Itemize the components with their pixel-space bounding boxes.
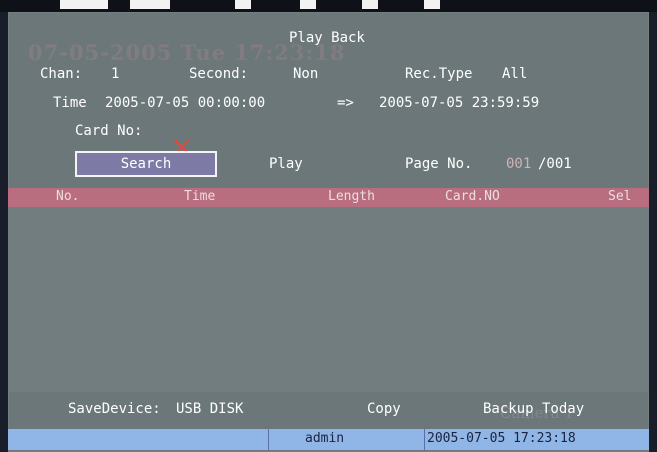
backup-today-button[interactable]: Backup Today: [483, 401, 584, 417]
page-no-label: Page No.: [405, 156, 473, 172]
top-bar-segment: [362, 0, 378, 9]
col-length: Length: [328, 189, 375, 204]
second-value[interactable]: Non: [293, 66, 318, 82]
status-divider: [424, 429, 425, 450]
search-button[interactable]: Search: [75, 151, 217, 177]
time-arrow: =>: [337, 95, 354, 111]
time-start[interactable]: 2005-07-05 00:00:00: [105, 95, 265, 111]
top-bar-segment: [130, 0, 170, 9]
page-total: /001: [538, 156, 572, 172]
status-datetime: 2005-07-05 17:23:18: [427, 431, 576, 446]
chan-value[interactable]: 1: [111, 66, 119, 82]
col-card-no: Card.NO: [445, 189, 500, 204]
col-time: Time: [184, 189, 216, 204]
time-end[interactable]: 2005-07-05 23:59:59: [379, 95, 539, 111]
status-divider: [268, 429, 269, 450]
status-bar: admin 2005-07-05 17:23:18: [8, 429, 649, 450]
table-header: No. Time Length Card.NO Sel: [8, 188, 649, 207]
play-button[interactable]: Play: [269, 156, 303, 172]
top-bar-segment: [300, 0, 316, 9]
rec-type-value[interactable]: All: [502, 66, 527, 82]
col-no: No.: [56, 189, 80, 204]
col-sel: Sel: [608, 189, 632, 204]
file-list[interactable]: [8, 207, 649, 392]
time-label: Time: [53, 95, 87, 111]
copy-button[interactable]: Copy: [367, 401, 401, 417]
second-label: Second:: [189, 66, 249, 82]
page-title: Play Back: [289, 30, 365, 46]
top-black-bar: [0, 0, 657, 12]
top-bar-segment: [60, 0, 108, 9]
chan-label: Chan:: [40, 66, 83, 82]
top-bar-segment: [235, 0, 251, 9]
page-current[interactable]: 001: [506, 156, 531, 172]
save-device-value[interactable]: USB DISK: [176, 401, 243, 417]
top-bar-segment: [424, 0, 440, 9]
status-user: admin: [305, 431, 345, 446]
save-device-label: SaveDevice:: [68, 401, 161, 417]
rec-type-label: Rec.Type: [405, 66, 473, 82]
card-no-label: Card No:: [75, 123, 143, 139]
